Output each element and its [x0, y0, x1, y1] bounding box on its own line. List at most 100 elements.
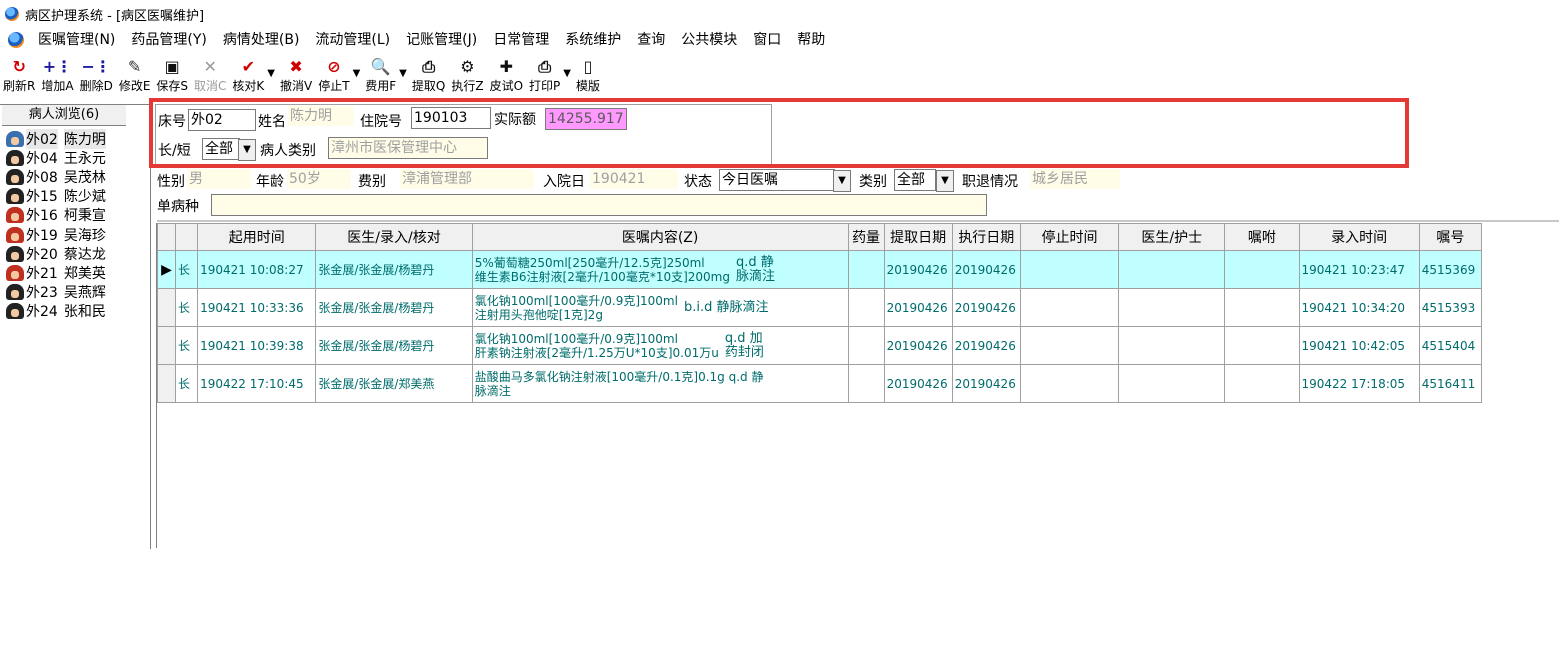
dropdown-arrow-icon[interactable]: ▼ — [563, 56, 571, 79]
cell-doctor-nurse — [1118, 250, 1226, 289]
toolbar: ↻ 刷新R +⋮ 增加A −⋮ 删除D ✎ 修改E ▣ 保存S ✕ 取消C ✔ 核对K ▼ ✖ 撤消V ⊘ 停止T ▼… — [0, 56, 1559, 100]
column-header[interactable] — [175, 223, 199, 251]
order-drug-line: 注射用头孢他啶[1克]2g — [474, 307, 603, 322]
order-content: 氯化钠100ml[100毫升/0.9克]100ml 注射用头孢他啶[1克]2g b.… — [475, 294, 846, 322]
table-row[interactable]: 长 190421 10:33:36 张金展/张金展/杨碧丹 氯化钠100ml[100毫… — [156, 288, 1483, 327]
patient-bed: 外19 — [26, 227, 58, 244]
delete-row-icon: −⋮ — [81, 57, 111, 76]
toolbar-button[interactable]: ⚙ 执行Z — [448, 56, 486, 100]
menu-item[interactable]: 系统维护 — [557, 29, 629, 51]
patient-bed: 外16 — [26, 208, 58, 225]
table-row[interactable]: 长 190421 10:39:38 张金展/张金展/杨碧丹 氯化钠100ml[100毫… — [156, 326, 1483, 365]
patient-list-item[interactable]: 外08 吴茂林 — [0, 167, 150, 186]
app-menu-icon[interactable] — [8, 32, 24, 48]
column-header[interactable]: 医生/护士 — [1118, 223, 1226, 251]
menu-item[interactable]: 窗口 — [745, 29, 789, 51]
menu-item[interactable]: 病情处理(B) — [215, 29, 308, 51]
toolbar-button[interactable]: ▯ 模版 — [573, 56, 603, 100]
dropdown-arrow-icon[interactable]: ▼ — [353, 56, 361, 79]
occupation-label: 职退情况 — [962, 174, 1018, 190]
row-indicator[interactable]: ▶ — [156, 250, 177, 289]
admit-date-field[interactable]: 190421 — [590, 169, 678, 189]
column-header[interactable]: 执行日期 — [951, 223, 1021, 251]
column-header[interactable]: 医嘱内容(Z) — [471, 223, 849, 251]
column-header[interactable]: 录入时间 — [1298, 223, 1420, 251]
patient-list-item[interactable]: 外21 郑美英 — [0, 263, 150, 282]
fee-field[interactable]: 漳浦管理部 — [400, 169, 534, 189]
menu-item[interactable]: 药品管理(Y) — [123, 29, 214, 51]
toolbar-button-label: 皮试O — [489, 79, 524, 93]
toolbar-button[interactable]: ✕ 取消C — [191, 56, 229, 100]
patient-list-item[interactable]: 外15 陈少斌 — [0, 187, 150, 206]
menu-item[interactable]: 流动管理(L) — [307, 29, 398, 51]
cell-type: 长 — [175, 364, 199, 403]
column-header[interactable]: 药量 — [847, 223, 885, 251]
toolbar-button[interactable]: ⊘ 停止T — [315, 56, 352, 100]
toolbar-button[interactable]: ▣ 保存S — [153, 56, 191, 100]
status-dropdown-icon[interactable]: ▼ — [833, 170, 851, 192]
patient-list-item[interactable]: 外16 柯秉宣 — [0, 206, 150, 225]
toolbar-button[interactable]: ⎙ 提取Q — [409, 56, 448, 100]
patient-list-item[interactable]: 外24 张和民 — [0, 302, 150, 321]
toolbar-button[interactable]: +⋮ 增加A — [38, 56, 76, 100]
column-header[interactable]: 提取日期 — [883, 223, 953, 251]
menu-item[interactable]: 公共模块 — [673, 29, 745, 51]
category-label: 类别 — [859, 174, 887, 190]
row-indicator[interactable] — [156, 326, 177, 365]
gender-label: 性别 — [157, 174, 185, 190]
table-row[interactable]: ▶ 长 190421 10:08:27 张金展/张金展/杨碧丹 5%葡萄糖250ml[2… — [156, 250, 1483, 289]
toolbar-button[interactable]: ✔ 核对K — [229, 56, 267, 100]
window-title: 病区护理系统 - [病区医嘱维护] — [25, 8, 205, 24]
patient-list-item[interactable]: 外20 蔡达龙 — [0, 244, 150, 263]
order-drugs: 氯化钠100ml[100毫升/0.9克]100ml 注射用头孢他啶[1克]2g — [475, 294, 678, 322]
toolbar-button-label: 执行Z — [451, 79, 484, 93]
category-dropdown-icon[interactable]: ▼ — [936, 170, 954, 192]
dropdown-arrow-icon[interactable]: ▼ — [267, 56, 275, 79]
column-header[interactable]: 起用时间 — [197, 223, 317, 251]
cell-type: 长 — [175, 288, 199, 327]
dropdown-arrow-icon[interactable]: ▼ — [399, 56, 407, 79]
skin-test-icon: ✚ — [499, 57, 513, 76]
column-header[interactable]: 医生/录入/核对 — [315, 223, 473, 251]
patient-list-item[interactable]: 外04 王永元 — [0, 148, 150, 167]
row-indicator[interactable] — [156, 288, 177, 327]
menu-item[interactable]: 日常管理 — [485, 29, 557, 51]
toolbar-button[interactable]: 🔍 费用F — [362, 56, 399, 100]
column-header[interactable]: 嘱咐 — [1224, 223, 1300, 251]
table-row[interactable]: 长 190422 17:10:45 张金展/张金展/郑美燕 盐酸曲马多氯化钠注射液[1… — [156, 364, 1483, 403]
menu-item[interactable]: 帮助 — [789, 29, 833, 51]
toolbar-button[interactable]: −⋮ 删除D — [77, 56, 116, 100]
toolbar-button[interactable]: ✎ 修改E — [116, 56, 154, 100]
toolbar-button-label: 保存S — [156, 79, 189, 93]
toolbar-button[interactable]: ⎙ 打印P — [526, 56, 563, 100]
fee-search-icon: 🔍 — [370, 57, 391, 76]
patient-list-item[interactable]: 外02 陈力明 — [0, 128, 150, 149]
cell-order-no: 4515369 — [1418, 250, 1483, 289]
menu-item[interactable]: 记账管理(J) — [398, 29, 485, 51]
cell-doctor-nurse — [1118, 364, 1226, 403]
extract-print-icon: ⎙ — [422, 57, 435, 76]
toolbar-button[interactable]: ✖ 撤消V — [277, 56, 315, 100]
gender-field[interactable]: 男 — [187, 169, 251, 189]
occupation-field[interactable]: 城乡居民 — [1030, 169, 1120, 189]
menu-item[interactable]: 医嘱管理(N) — [30, 29, 123, 51]
category-select[interactable]: 全部 — [894, 169, 936, 191]
order-frequency-line: q.d 加 — [724, 330, 763, 346]
patient-avatar-icon — [6, 284, 24, 301]
patient-avatar-icon — [6, 188, 24, 205]
column-header[interactable]: 停止时间 — [1019, 223, 1120, 251]
toolbar-button[interactable]: ✚ 皮试O — [487, 56, 526, 100]
column-header[interactable]: 嘱号 — [1418, 223, 1483, 251]
row-indicator[interactable] — [156, 364, 177, 403]
patient-name: 陈少斌 — [63, 189, 106, 206]
status-select[interactable]: 今日医嘱 — [719, 169, 835, 191]
toolbar-button[interactable]: ↻ 刷新R — [0, 56, 38, 100]
column-header[interactable] — [156, 223, 177, 251]
disease-field[interactable] — [211, 194, 987, 216]
patient-list: 外02 陈力明 外04 王永元 外08 吴茂林 外15 陈少斌 外16 柯秉宣 外19 吴海珍 外20 蔡… — [0, 126, 150, 321]
cell-doctor: 张金展/张金展/杨碧丹 — [315, 326, 473, 365]
age-field[interactable]: 50岁 — [287, 169, 351, 189]
menu-item[interactable]: 查询 — [629, 29, 673, 51]
patient-list-item[interactable]: 外23 吴燕辉 — [0, 283, 150, 302]
patient-list-item[interactable]: 外19 吴海珍 — [0, 225, 150, 244]
